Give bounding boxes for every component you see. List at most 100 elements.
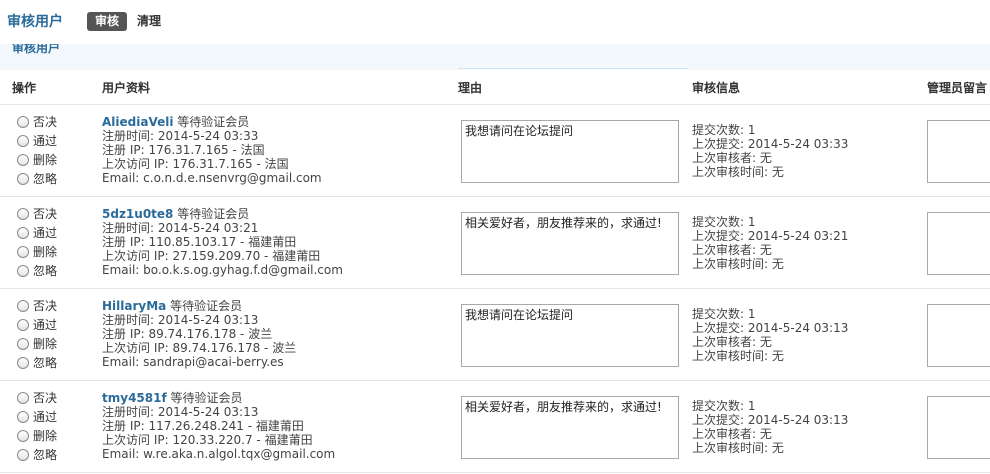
section-header: 审核用户 [0, 44, 990, 70]
radio-circle-icon[interactable] [17, 135, 29, 147]
admin-note-textarea[interactable] [927, 212, 990, 275]
reason-textarea[interactable]: 我想请问在论坛提问 [461, 120, 679, 183]
user-email: Email: sandrapi@acai-berry.es [102, 355, 284, 369]
last-submit: 上次提交: 2014-5-24 03:33 [692, 137, 849, 151]
user-profile: HillaryMa 等待验证会员 注册时间: 2014-5-24 03:13 注册 … [102, 299, 296, 369]
column-header-action: 操作 [12, 81, 37, 95]
tab-review[interactable]: 审核 [87, 12, 128, 31]
user-profile: 5dz1u0te8 等待验证会员 注册时间: 2014-5-24 03:21 注册 … [102, 207, 343, 277]
radio-circle-icon[interactable] [17, 265, 29, 277]
radio-circle-icon[interactable] [17, 173, 29, 185]
radio-reject[interactable]: 否决 [17, 114, 57, 130]
radio-approve[interactable]: 通过 [17, 409, 57, 425]
tab-cleanup[interactable]: 清理 [137, 13, 161, 30]
radio-circle-icon[interactable] [17, 338, 29, 350]
radio-circle-icon[interactable] [17, 392, 29, 404]
radio-reject[interactable]: 否决 [17, 206, 57, 222]
radio-label: 删除 [33, 153, 58, 167]
radio-approve[interactable]: 通过 [17, 133, 57, 149]
radio-circle-icon[interactable] [17, 357, 29, 369]
user-email: Email: c.o.n.d.e.nsenvrg@gmail.com [102, 171, 322, 185]
username-link[interactable]: tmy4581f [102, 391, 167, 405]
radio-circle-icon[interactable] [17, 411, 29, 423]
radio-circle-icon[interactable] [17, 208, 29, 220]
radio-delete[interactable]: 删除 [17, 244, 57, 260]
last-visit-ip: 上次访问 IP: 176.31.7.165 - 法国 [102, 157, 289, 171]
last-reviewer: 上次审核者: 无 [692, 243, 772, 257]
audit-info: 提交次数: 1 上次提交: 2014-5-24 03:33 上次审核者: 无上次审核… [692, 123, 848, 179]
radio-ignore[interactable]: 忽略 [17, 447, 57, 463]
radio-approve[interactable]: 通过 [17, 317, 57, 333]
user-profile: AliediaVeli 等待验证会员 注册时间: 2014-5-24 03:33 注… [102, 115, 322, 185]
page-title: 审核用户 [7, 14, 63, 30]
user-group: 等待验证会员 [177, 207, 250, 221]
radio-label: 忽略 [33, 448, 58, 462]
radio-circle-icon[interactable] [17, 300, 29, 312]
radio-ignore[interactable]: 忽略 [17, 171, 57, 187]
radio-label: 否决 [33, 207, 58, 221]
user-email: Email: w.re.aka.n.algol.tqx@gmail.com [102, 447, 336, 461]
admin-note-textarea[interactable] [927, 396, 990, 459]
radio-circle-icon[interactable] [17, 319, 29, 331]
register-ip: 注册 IP: 89.74.176.178 - 波兰 [102, 327, 273, 341]
radio-circle-icon[interactable] [17, 449, 29, 461]
radio-label: 忽略 [33, 172, 58, 186]
radio-ignore[interactable]: 忽略 [17, 355, 57, 371]
user-row: 否决通过删除忽略 tmy4581f 等待验证会员 注册时间: 2014-5-24 0… [0, 381, 990, 473]
last-reviewer: 上次审核者: 无 [692, 151, 772, 165]
radio-label: 通过 [33, 226, 58, 240]
reason-textarea[interactable]: 相关爱好者，朋友推荐来的，求通过! [461, 396, 679, 459]
section-divider [458, 68, 688, 69]
radio-approve[interactable]: 通过 [17, 225, 57, 241]
radio-label: 通过 [33, 410, 58, 424]
username-link[interactable]: AliediaVeli [102, 115, 173, 129]
last-visit-ip: 上次访问 IP: 27.159.209.70 - 福建莆田 [102, 249, 321, 263]
user-email: Email: bo.o.k.s.og.gyhag.f.d@gmail.com [102, 263, 343, 277]
register-ip: 注册 IP: 117.26.248.241 - 福建莆田 [102, 419, 304, 433]
last-submit: 上次提交: 2014-5-24 03:21 [692, 229, 849, 243]
submit-count: 提交次数: 1 [692, 123, 756, 137]
column-header-admin-note: 管理员留言 [927, 81, 988, 95]
radio-label: 否决 [33, 391, 58, 405]
radio-reject[interactable]: 否决 [17, 390, 57, 406]
admin-note-textarea[interactable] [927, 120, 990, 183]
radio-label: 否决 [33, 299, 58, 313]
column-header-reason: 理由 [458, 81, 483, 95]
last-review-time: 上次审核时间: 无 [692, 165, 784, 179]
radio-circle-icon[interactable] [17, 116, 29, 128]
audit-info: 提交次数: 1 上次提交: 2014-5-24 03:13 上次审核者: 无上次审核… [692, 307, 848, 363]
username-link[interactable]: HillaryMa [102, 299, 166, 313]
column-header-audit: 审核信息 [692, 81, 741, 95]
radio-circle-icon[interactable] [17, 246, 29, 258]
user-group: 等待验证会员 [177, 115, 250, 129]
radio-circle-icon[interactable] [17, 430, 29, 442]
register-ip: 注册 IP: 110.85.103.17 - 福建莆田 [102, 235, 297, 249]
username-link[interactable]: 5dz1u0te8 [102, 207, 173, 221]
reason-textarea[interactable]: 相关爱好者，朋友推荐来的，求通过! [461, 212, 679, 275]
last-submit: 上次提交: 2014-5-24 03:13 [692, 413, 849, 427]
radio-label: 通过 [33, 318, 58, 332]
reason-textarea[interactable]: 我想请问在论坛提问 [461, 304, 679, 367]
radio-label: 忽略 [33, 264, 58, 278]
radio-label: 忽略 [33, 356, 58, 370]
section-title: 审核用户 [12, 44, 61, 55]
radio-label: 通过 [33, 134, 58, 148]
top-bar: 审核用户 审核 清理 [0, 0, 990, 44]
admin-note-textarea[interactable] [927, 304, 990, 367]
radio-label: 删除 [33, 429, 58, 443]
last-reviewer: 上次审核者: 无 [692, 335, 772, 349]
user-group: 等待验证会员 [170, 391, 243, 405]
radio-circle-icon[interactable] [17, 154, 29, 166]
register-time: 注册时间: 2014-5-24 03:13 [102, 405, 259, 419]
radio-delete[interactable]: 删除 [17, 152, 57, 168]
radio-reject[interactable]: 否决 [17, 298, 57, 314]
radio-circle-icon[interactable] [17, 227, 29, 239]
submit-count: 提交次数: 1 [692, 215, 756, 229]
radio-delete[interactable]: 删除 [17, 336, 57, 352]
radio-ignore[interactable]: 忽略 [17, 263, 57, 279]
radio-delete[interactable]: 删除 [17, 428, 57, 444]
audit-info: 提交次数: 1 上次提交: 2014-5-24 03:13 上次审核者: 无上次审核… [692, 399, 848, 455]
last-visit-ip: 上次访问 IP: 89.74.176.178 - 波兰 [102, 341, 297, 355]
submit-count: 提交次数: 1 [692, 307, 756, 321]
register-time: 注册时间: 2014-5-24 03:13 [102, 313, 259, 327]
